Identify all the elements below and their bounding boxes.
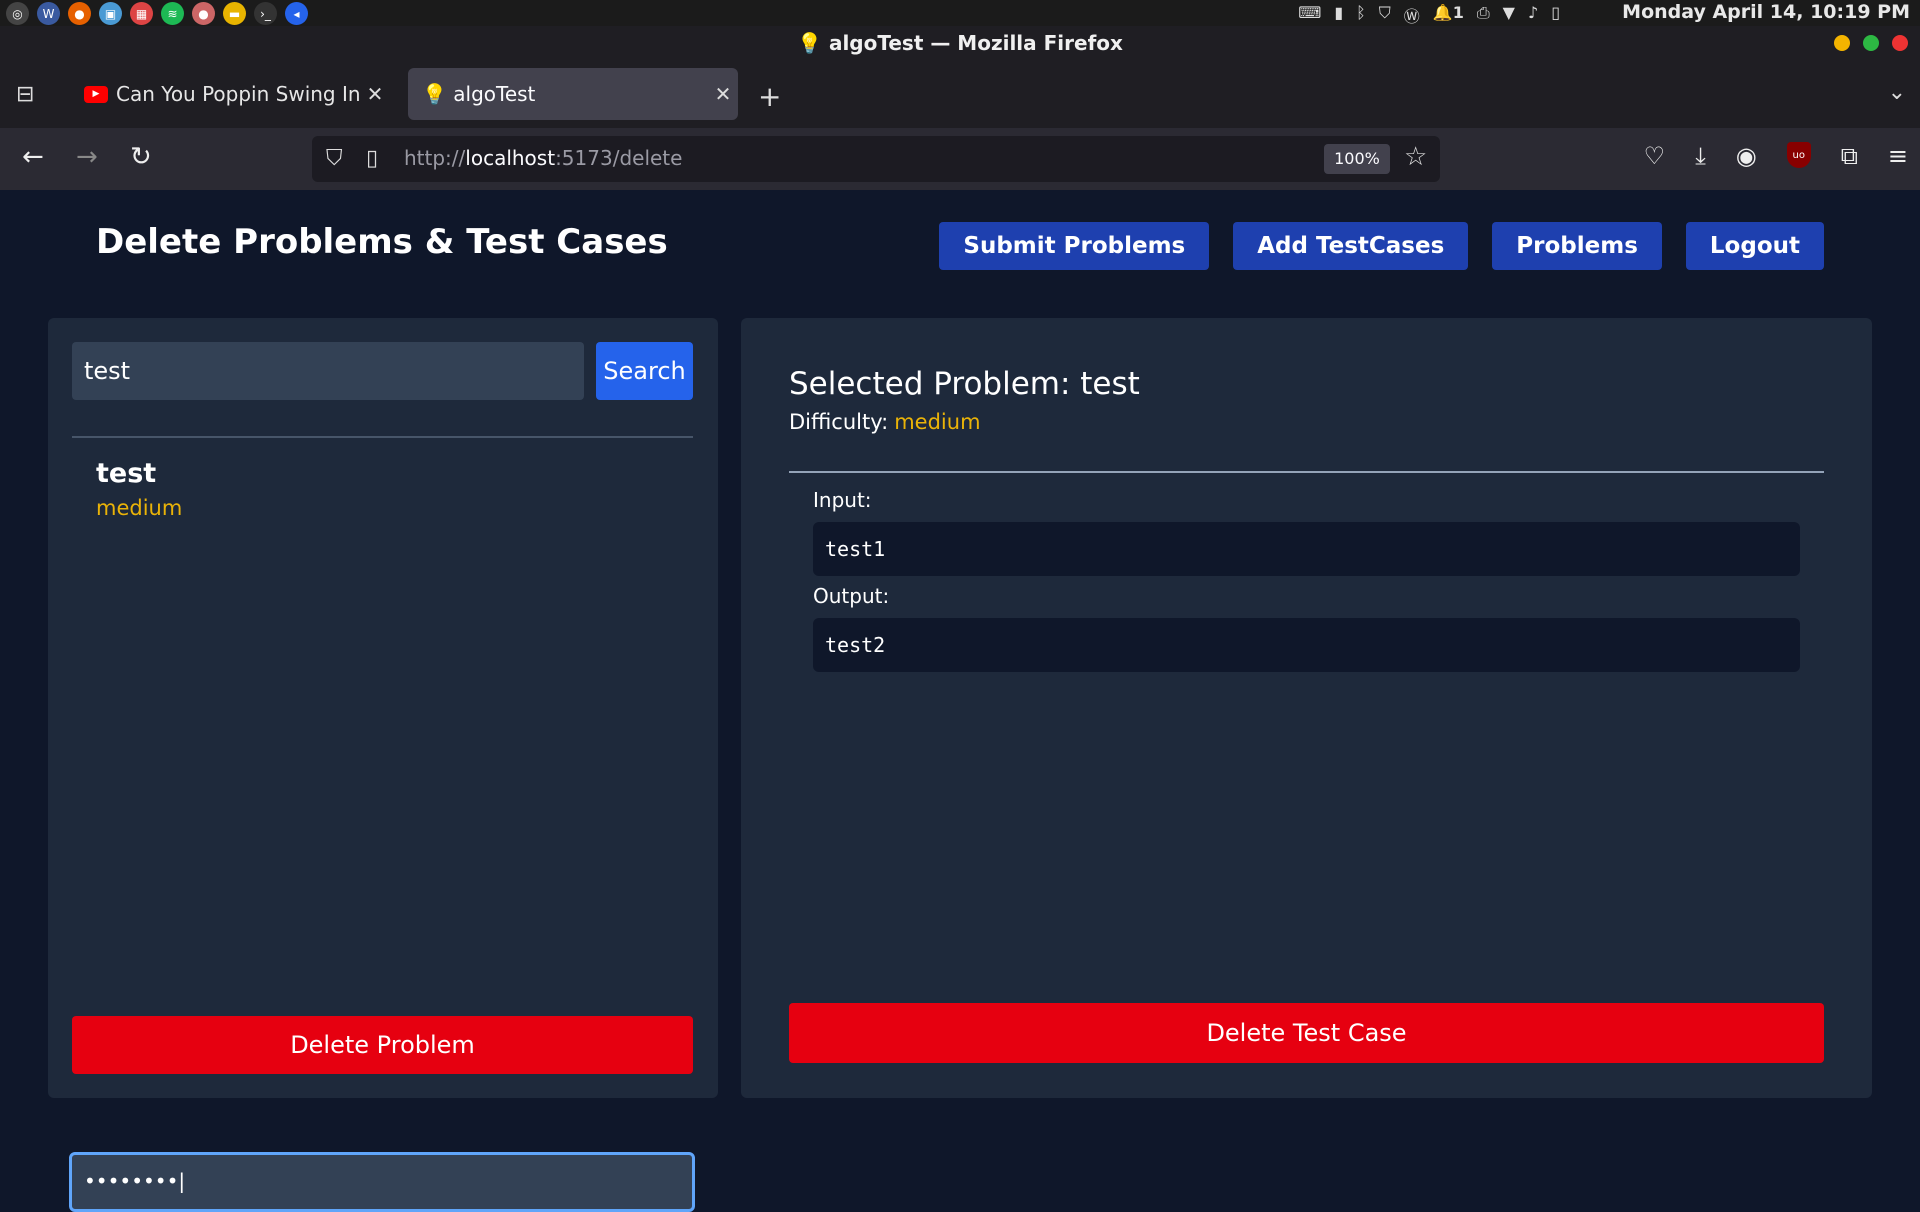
maximize-button[interactable] — [1863, 35, 1879, 51]
page-content: Delete Problems & Test Cases Submit Prob… — [0, 190, 1920, 1212]
calendar-icon[interactable]: ▦ — [130, 2, 153, 25]
shield-tray-icon[interactable]: ⛉ — [1379, 3, 1391, 27]
tab-title: Can You Poppin Swing In Ev — [116, 82, 360, 106]
divider — [789, 471, 1824, 473]
back-arrow-icon[interactable]: ← — [22, 142, 44, 172]
close-window-button[interactable] — [1892, 35, 1908, 51]
url-host: localhost — [465, 146, 556, 170]
battery-icon[interactable]: ▯ — [1551, 3, 1560, 27]
testcase-input-value[interactable]: test1 — [813, 522, 1800, 576]
wifi-icon[interactable]: ▼ — [1503, 3, 1515, 27]
zoom-level[interactable]: 100% — [1324, 144, 1390, 174]
firefox-view-icon[interactable]: ⊟ — [16, 82, 42, 108]
extensions-icon[interactable]: ⧉ — [1841, 142, 1858, 170]
mint-menu-icon[interactable]: ◎ — [6, 2, 29, 25]
tracking-shield-icon[interactable]: ⛉ — [326, 146, 343, 171]
window-title: 💡 algoTest — Mozilla Firefox — [797, 31, 1123, 55]
app-nav: Submit Problems Add TestCases Problems L… — [939, 222, 1824, 270]
page-info-icon[interactable]: ▯ — [366, 146, 378, 171]
testcase-output-value[interactable]: test2 — [813, 618, 1800, 672]
toolbar-icons: ♡ ⤓ ◉ uo ⧉ ≡ — [1644, 142, 1908, 170]
writer-icon[interactable]: W — [37, 2, 60, 25]
files-icon[interactable]: ▣ — [99, 2, 122, 25]
forward-arrow-icon[interactable]: → — [76, 142, 98, 172]
url-text[interactable]: http://localhost:5173/delete — [404, 146, 682, 170]
account-icon[interactable]: ◉ — [1736, 142, 1757, 170]
search-button[interactable]: Search — [596, 342, 693, 400]
vscode-icon[interactable]: ◂ — [285, 2, 308, 25]
close-tab-icon[interactable]: ✕ — [708, 82, 738, 106]
bluetooth-icon[interactable]: ᛒ — [1356, 3, 1366, 27]
difficulty-value: medium — [894, 410, 981, 434]
reload-icon[interactable]: ↻ — [130, 142, 152, 172]
keyboard-icon[interactable]: ⌨ — [1298, 3, 1321, 27]
notification-count: 1 — [1452, 3, 1464, 22]
printer-icon[interactable]: ⎙ — [1477, 3, 1490, 27]
difficulty-label: Difficulty: — [789, 410, 889, 434]
output-label: Output: — [813, 584, 890, 608]
problem-list-panel: test Search test medium Delete Problem •… — [48, 318, 718, 1212]
page-title: Delete Problems & Test Cases — [96, 222, 668, 262]
system-clock[interactable]: Monday April 14, 10:19 PM — [1622, 1, 1910, 23]
minimize-button[interactable] — [1834, 35, 1850, 51]
download-icon[interactable]: ⤓ — [1695, 142, 1706, 170]
folder-icon[interactable]: ▬ — [223, 2, 246, 25]
window-controls — [1834, 35, 1908, 51]
close-tab-icon[interactable]: ✕ — [360, 82, 390, 106]
window-titlebar: 💡 algoTest — Mozilla Firefox — [0, 26, 1920, 66]
url-path: :5173/delete — [555, 146, 683, 170]
password-value: •••••••• — [84, 1169, 179, 1193]
tab-title: 💡 algoTest — [422, 82, 536, 106]
tab-bar: ⊟ ▶ Can You Poppin Swing In Ev ✕ 💡 algoT… — [0, 66, 1920, 128]
problem-item-difficulty: medium — [96, 496, 183, 520]
logout-button[interactable]: Logout — [1685, 222, 1824, 270]
divider — [72, 436, 693, 438]
tab-algotest[interactable]: 💡 algoTest ✕ — [408, 68, 738, 120]
problem-detail-panel: Selected Problem: test Difficulty: medium… — [741, 318, 1872, 1098]
system-tray: ⌨ ▮ ᛒ ⛉ Ⓦ 🔔1 ⎙ ▼ ♪ ▯ — [1298, 3, 1560, 27]
notification-icon[interactable]: 🔔1 — [1433, 3, 1464, 27]
volume-icon[interactable]: ♪ — [1528, 3, 1538, 27]
navigation-bar: ← → ↻ ⛉ ▯ http://localhost:5173/delete 1… — [0, 128, 1920, 190]
new-tab-icon[interactable]: + — [758, 80, 781, 113]
system-top-bar: ◎ W ● ▣ ▦ ≋ ● ▬ ›_ ◂ ⌨ ▮ ᛒ ⛉ Ⓦ 🔔1 ⎙ ▼ ♪ … — [0, 0, 1920, 26]
url-bar[interactable]: ⛉ ▯ http://localhost:5173/delete 100% ☆ — [312, 136, 1440, 182]
delete-problem-button[interactable]: Delete Problem — [72, 1016, 693, 1074]
menu-icon[interactable]: ≡ — [1888, 142, 1908, 170]
ublock-origin-icon[interactable]: uo — [1786, 142, 1811, 168]
submit-problems-button[interactable]: Submit Problems — [939, 222, 1210, 270]
url-scheme: http:// — [404, 146, 466, 170]
problem-item-name[interactable]: test — [96, 458, 156, 489]
password-input[interactable]: ••••••••| — [69, 1152, 695, 1212]
app-icon[interactable]: ● — [192, 2, 215, 25]
youtube-icon: ▶ — [84, 85, 108, 103]
list-tabs-chevron-icon[interactable]: ⌄ — [1888, 80, 1906, 105]
text-cursor: | — [178, 1169, 186, 1193]
delete-testcase-button[interactable]: Delete Test Case — [789, 1003, 1824, 1063]
selected-problem-title: Selected Problem: test — [789, 366, 1140, 402]
add-testcases-button[interactable]: Add TestCases — [1233, 222, 1469, 270]
terminal-icon[interactable]: ›_ — [254, 2, 277, 25]
pocket-icon[interactable]: ♡ — [1644, 142, 1666, 170]
clipboard-icon[interactable]: ▮ — [1334, 3, 1343, 27]
selected-difficulty: Difficulty: medium — [789, 410, 981, 434]
search-input[interactable]: test — [72, 342, 584, 400]
bookmark-star-icon[interactable]: ☆ — [1404, 142, 1427, 172]
tab-youtube[interactable]: ▶ Can You Poppin Swing In Ev ✕ — [70, 68, 390, 120]
taskbar-apps: ◎ W ● ▣ ▦ ≋ ● ▬ ›_ ◂ — [6, 2, 308, 25]
input-label: Input: — [813, 488, 872, 512]
problems-button[interactable]: Problems — [1492, 222, 1662, 270]
spotify-icon[interactable]: ≋ — [161, 2, 184, 25]
writer-tray-icon[interactable]: Ⓦ — [1404, 3, 1420, 27]
firefox-icon[interactable]: ● — [68, 2, 91, 25]
